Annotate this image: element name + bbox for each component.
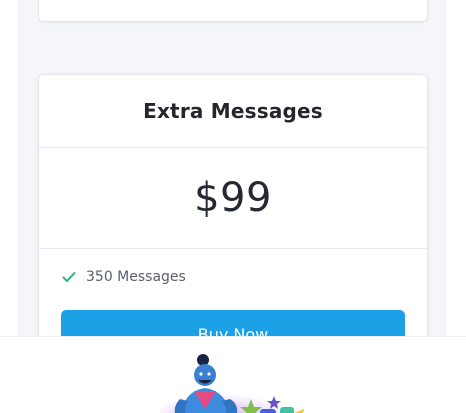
pricing-column: Extra Messages $99 350 Messages Buy Now — [18, 0, 446, 336]
previous-plan-card — [38, 0, 428, 22]
buy-now-button[interactable]: Buy Now — [61, 310, 405, 336]
plan-card: Extra Messages $99 350 Messages Buy Now — [38, 74, 428, 336]
plan-feature-label: 350 Messages — [86, 269, 186, 285]
check-icon — [62, 272, 76, 282]
plan-price: $99 — [194, 175, 272, 221]
plan-feature-item: 350 Messages — [39, 249, 427, 305]
plan-card-header: Extra Messages — [39, 75, 427, 148]
plan-price-section: $99 — [39, 148, 427, 249]
bottom-banner — [0, 336, 466, 413]
pricing-page: Extra Messages $99 350 Messages Buy Now — [0, 0, 466, 336]
plan-title: Extra Messages — [143, 99, 323, 123]
genie-mascot-icon — [160, 354, 304, 413]
